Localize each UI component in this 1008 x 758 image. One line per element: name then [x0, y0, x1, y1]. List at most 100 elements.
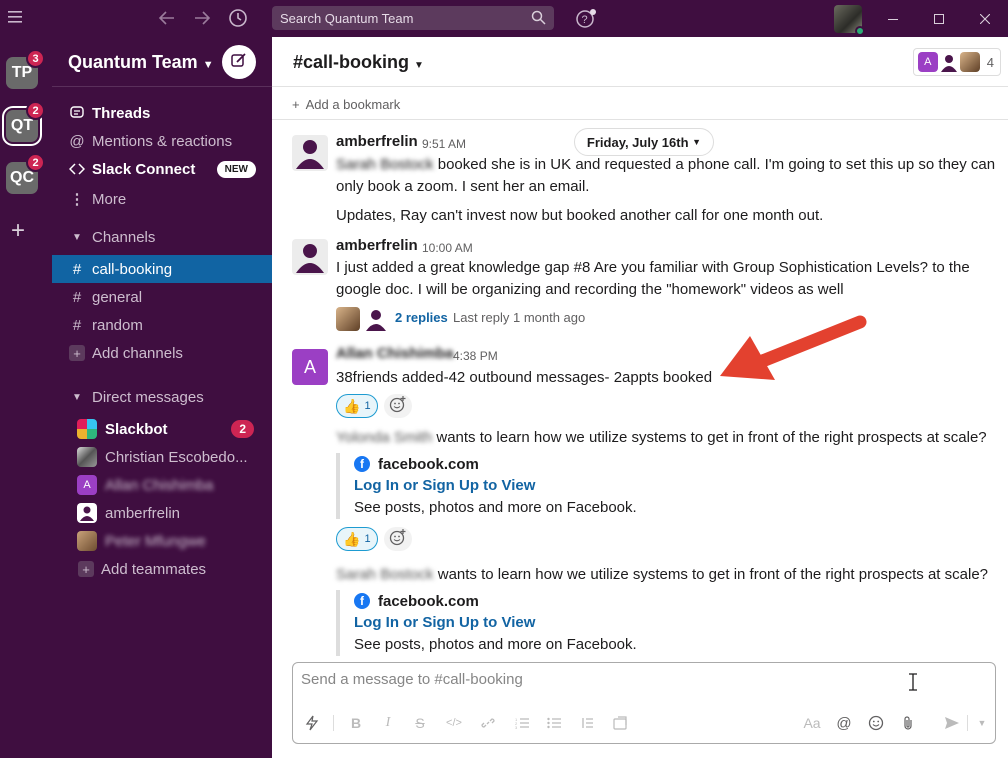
send-options-chevron-icon[interactable]: ▼ — [971, 712, 993, 734]
date-divider-label: Friday, July 16th — [586, 134, 689, 150]
code-block-icon[interactable] — [609, 712, 631, 734]
dm-peter[interactable]: Peter Mfungwe — [52, 527, 272, 555]
date-divider-button[interactable]: Friday, July 16th ▼ — [574, 128, 714, 156]
forward-arrow-icon[interactable] — [193, 9, 211, 27]
title-bar: Search Quantum Team ? — [0, 0, 1008, 37]
sidebar-item-threads[interactable]: Threads — [52, 99, 272, 127]
attachment-paperclip-icon[interactable] — [897, 712, 919, 734]
workspace-initials: QT — [10, 117, 34, 134]
text-format-aa-icon[interactable]: Aa — [801, 712, 823, 734]
search-input[interactable]: Search Quantum Team — [272, 6, 554, 30]
message-timestamp[interactable]: 9:51 AM — [422, 137, 466, 151]
message-list: amberfrelin 9:51 AM Friday, July 16th ▼ … — [272, 121, 1008, 661]
ordered-list-icon[interactable]: 123 — [511, 712, 533, 734]
team-header[interactable]: Quantum Team ▼ — [52, 37, 272, 87]
mention: Yolonda Smith — [336, 429, 433, 446]
avatar: A — [917, 52, 938, 72]
dm-label: Slackbot — [105, 420, 168, 438]
indent-icon[interactable] — [575, 712, 597, 734]
sidebar-item-general[interactable]: # general — [52, 283, 272, 311]
italic-icon[interactable]: I — [377, 712, 399, 734]
add-bookmark-button[interactable]: + Add a bookmark — [272, 88, 1008, 120]
thumbs-up-reaction[interactable]: 👍 1 — [336, 527, 378, 551]
dm-allan[interactable]: A Allan Chishimba — [52, 471, 272, 499]
message-timestamp[interactable]: 10:00 AM — [422, 241, 473, 255]
close-icon[interactable] — [962, 0, 1008, 37]
mention-at-icon[interactable]: @ — [833, 712, 855, 734]
avatar — [959, 52, 980, 72]
code-icon[interactable]: </> — [443, 712, 465, 734]
bold-icon[interactable]: B — [345, 712, 367, 734]
compose-button[interactable] — [222, 45, 256, 79]
message-author[interactable]: Allan Chishimba — [336, 345, 454, 362]
sidebar-item-random[interactable]: # random — [52, 311, 272, 339]
sidebar-item-slack-connect[interactable]: Slack Connect NEW — [52, 155, 272, 183]
hamburger-menu-icon[interactable] — [8, 11, 22, 23]
workspace-initials: TP — [11, 64, 33, 81]
add-workspace-icon[interactable]: + — [11, 217, 25, 245]
dm-label: Peter Mfungwe — [105, 532, 206, 550]
avatar[interactable]: A — [292, 349, 328, 385]
send-icon[interactable] — [941, 712, 963, 734]
message-text: Updates, Ray can't invest now but booked… — [336, 207, 824, 224]
plus-icon: + — [292, 97, 300, 112]
add-teammates-button[interactable]: + Add teammates — [52, 555, 272, 583]
search-icon — [531, 10, 546, 28]
reaction-count: 1 — [364, 400, 371, 412]
thumbs-up-reaction[interactable]: 👍 1 — [336, 394, 378, 418]
history-clock-icon[interactable] — [228, 8, 248, 28]
message-text-line: wants to learn how we utilize systems to… — [436, 429, 987, 446]
dm-slackbot[interactable]: Slackbot 2 — [52, 415, 272, 443]
channel-title[interactable]: #call-booking ▼ — [293, 52, 424, 73]
dm-label: Christian Escobedo... — [105, 448, 248, 466]
thumbs-up-icon: 👍 — [343, 397, 361, 414]
window-controls — [870, 0, 1008, 37]
members-button[interactable]: A 4 — [912, 48, 1001, 76]
avatar[interactable] — [292, 239, 328, 275]
add-channels-button[interactable]: + Add channels — [52, 339, 272, 367]
plus-icon: + — [77, 561, 95, 577]
team-name-label: Quantum Team — [68, 52, 198, 72]
message-author[interactable]: amberfrelin — [336, 237, 418, 254]
emoji-icon[interactable] — [865, 712, 887, 734]
hash-icon: # — [72, 260, 82, 278]
strikethrough-icon[interactable]: S — [409, 712, 431, 734]
preview-title-link[interactable]: Log In or Sign Up to View — [354, 475, 637, 497]
link-icon[interactable] — [477, 712, 499, 734]
workspace-initials: QC — [10, 169, 34, 186]
mention: Sarah Bostock — [336, 156, 434, 173]
main-pane: #call-booking ▼ A 4 + Add a bookmark ambe… — [272, 37, 1008, 758]
team-name[interactable]: Quantum Team ▼ — [68, 52, 214, 73]
caret-down-icon: ▼ — [72, 231, 82, 243]
shortcuts-lightning-icon[interactable] — [301, 712, 323, 734]
dm-section-header[interactable]: ▼ Direct messages — [52, 383, 272, 411]
message-timestamp[interactable]: 4:38 PM — [453, 349, 498, 363]
maximize-icon[interactable] — [916, 0, 962, 37]
bullet-list-icon[interactable] — [543, 712, 565, 734]
add-reaction-button[interactable] — [384, 527, 412, 551]
sidebar-item-mentions[interactable]: @ Mentions & reactions — [52, 127, 272, 155]
new-badge: NEW — [216, 160, 256, 178]
facebook-icon: f — [354, 593, 370, 609]
back-arrow-icon[interactable] — [158, 9, 176, 27]
user-avatar[interactable] — [834, 5, 865, 36]
channels-section-header[interactable]: ▼ Channels — [52, 223, 272, 251]
preview-title-link[interactable]: Log In or Sign Up to View — [354, 612, 637, 634]
dm-amberfrelin[interactable]: amberfrelin — [52, 499, 272, 527]
workspace-badge: 2 — [26, 101, 45, 120]
avatar[interactable] — [292, 135, 328, 171]
annotation-arrow-icon — [715, 312, 870, 396]
sidebar-item-call-booking[interactable]: # call-booking — [52, 255, 272, 283]
add-reaction-button[interactable] — [384, 394, 412, 418]
help-icon[interactable]: ? — [575, 8, 597, 30]
avatar — [77, 447, 97, 467]
minimize-icon[interactable] — [870, 0, 916, 37]
thread-replies-link[interactable]: 2 replies — [395, 310, 448, 325]
last-reply-text: Last reply 1 month ago — [453, 310, 586, 325]
message-input[interactable] — [301, 671, 901, 688]
avatar — [336, 307, 360, 331]
message-author[interactable]: amberfrelin — [336, 133, 418, 150]
dm-christian[interactable]: Christian Escobedo... — [52, 443, 272, 471]
link-preview: f facebook.com Log In or Sign Up to View … — [336, 590, 637, 656]
sidebar-item-more[interactable]: ⋮ More — [52, 185, 272, 213]
